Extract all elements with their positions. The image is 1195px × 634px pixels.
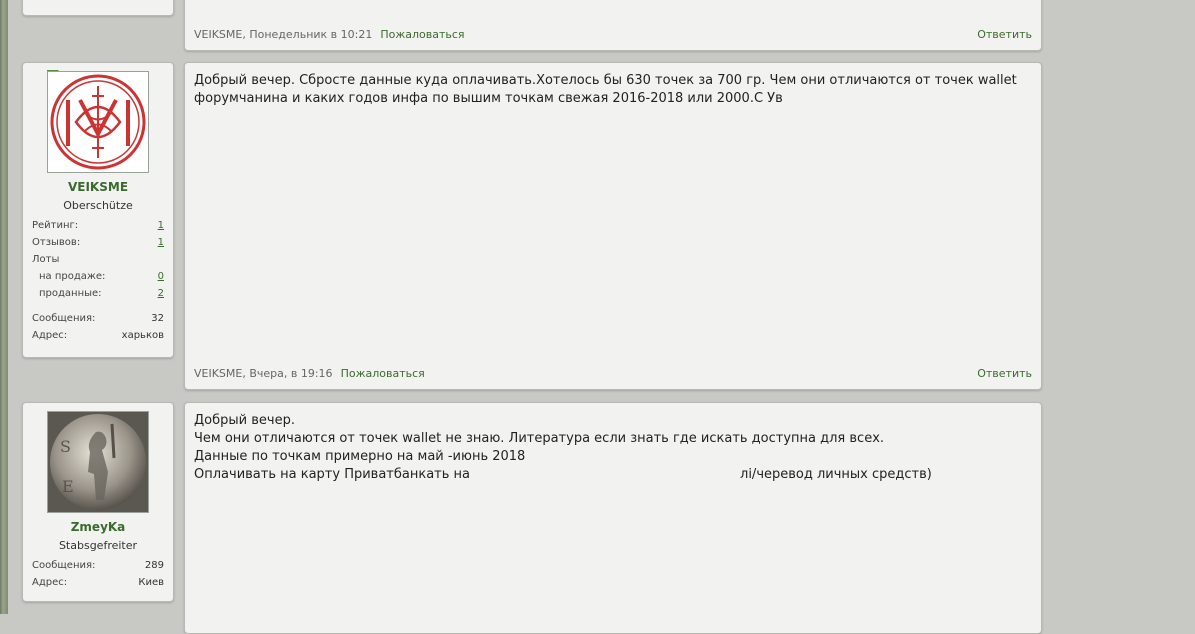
post-footer-meta: VEIKSME, Понедельник в 10:21 Пожаловаться (194, 28, 465, 41)
stat-label: Сообщения: (32, 560, 96, 571)
stat-label: Лоты (32, 254, 60, 265)
stat-address: Адрес: харьков (32, 330, 164, 341)
stat-value: Киев (138, 577, 164, 588)
user-panel-zmeyka: S E ZmeyKa Stabsgefreiter Сообщения: 289… (22, 402, 174, 602)
stat-label: Адрес: (32, 577, 68, 588)
stat-value-link[interactable]: 0 (158, 271, 164, 282)
svg-text:S: S (60, 437, 71, 456)
svg-text:E: E (62, 477, 74, 496)
reply-link[interactable]: Ответить (977, 367, 1032, 380)
stat-address: Адрес: Киев (32, 577, 164, 588)
payment-text-end: лі/черевод личных средств) (740, 467, 932, 482)
page-left-border (0, 0, 8, 614)
post-author-date: VEIKSME, Понедельник в 10:21 (194, 28, 373, 41)
post-paragraph: Оплачивать на карту Приватбанкать на лі/ч… (194, 466, 1034, 484)
stat-messages: Сообщения: 289 (32, 560, 164, 571)
stat-value-link[interactable]: 2 (158, 288, 164, 299)
stat-label: Адрес: (32, 330, 68, 341)
stat-value: харьков (121, 330, 164, 341)
stat-sold: проданные: 2 (32, 288, 164, 299)
stat-rating: Рейтинг: 1 (32, 220, 164, 231)
avatar[interactable]: S E (47, 411, 149, 513)
user-rank: Oberschütze (63, 199, 133, 212)
report-link[interactable]: Пожаловаться (380, 28, 464, 41)
coin-avatar-icon: S E (48, 412, 148, 512)
stat-messages: Сообщения: 32 (32, 313, 164, 324)
stat-label: Сообщения: (32, 313, 96, 324)
post-top: VEIKSME, Понедельник в 10:21 Пожаловаться… (184, 0, 1042, 51)
avatar[interactable] (47, 71, 149, 173)
post-paragraph: Чем они отличаются от точек wallet не зн… (194, 431, 885, 446)
monogram-avatar-icon (50, 74, 146, 170)
stat-on-sale: на продаже: 0 (32, 271, 164, 282)
stat-label: проданные: (39, 288, 102, 299)
post-body: Добрый вечер. Сбросте данные куда оплачи… (194, 72, 1034, 108)
stat-label: на продаже: (39, 271, 106, 282)
username[interactable]: ZmeyKa (23, 520, 173, 534)
post-paragraph: Данные по точкам примерно на май -июнь 2… (194, 449, 526, 464)
post-body: Добрый вечер. Чем они отличаются от точе… (194, 412, 1034, 484)
username[interactable]: VEIKSME (23, 180, 173, 194)
report-link[interactable]: Пожаловаться (341, 367, 425, 380)
redacted-area (470, 468, 741, 481)
user-rank: Stabsgefreiter (58, 539, 138, 552)
stat-value: 289 (144, 560, 164, 571)
stat-label: Рейтинг: (32, 220, 79, 231)
post-zmeyka: Добрый вечер. Чем они отличаются от точе… (184, 402, 1042, 634)
stat-label: Отзывов: (32, 237, 81, 248)
post-author-date: VEIKSME, Вчера, в 19:16 (194, 367, 333, 380)
payment-text-start: Оплачивать на карту Приватбанкать на (194, 467, 471, 482)
user-panel-top (22, 0, 174, 16)
post-paragraph: Добрый вечер. Сбросте данные куда оплачи… (194, 73, 1017, 106)
stat-value-link[interactable]: 1 (158, 237, 164, 248)
user-panel-veiksme: VEIKSME Oberschütze Рейтинг: 1 Отзывов: … (22, 62, 174, 358)
stat-lots: Лоты (32, 254, 164, 265)
stat-value: 32 (151, 313, 164, 324)
post-footer-meta: VEIKSME, Вчера, в 19:16 Пожаловаться (194, 367, 425, 380)
stat-value-link[interactable]: 1 (158, 220, 164, 231)
stat-reviews: Отзывов: 1 (32, 237, 164, 248)
post-veiksme: Добрый вечер. Сбросте данные куда оплачи… (184, 62, 1042, 390)
post-paragraph: Добрый вечер. (194, 413, 295, 428)
reply-link[interactable]: Ответить (977, 28, 1032, 41)
